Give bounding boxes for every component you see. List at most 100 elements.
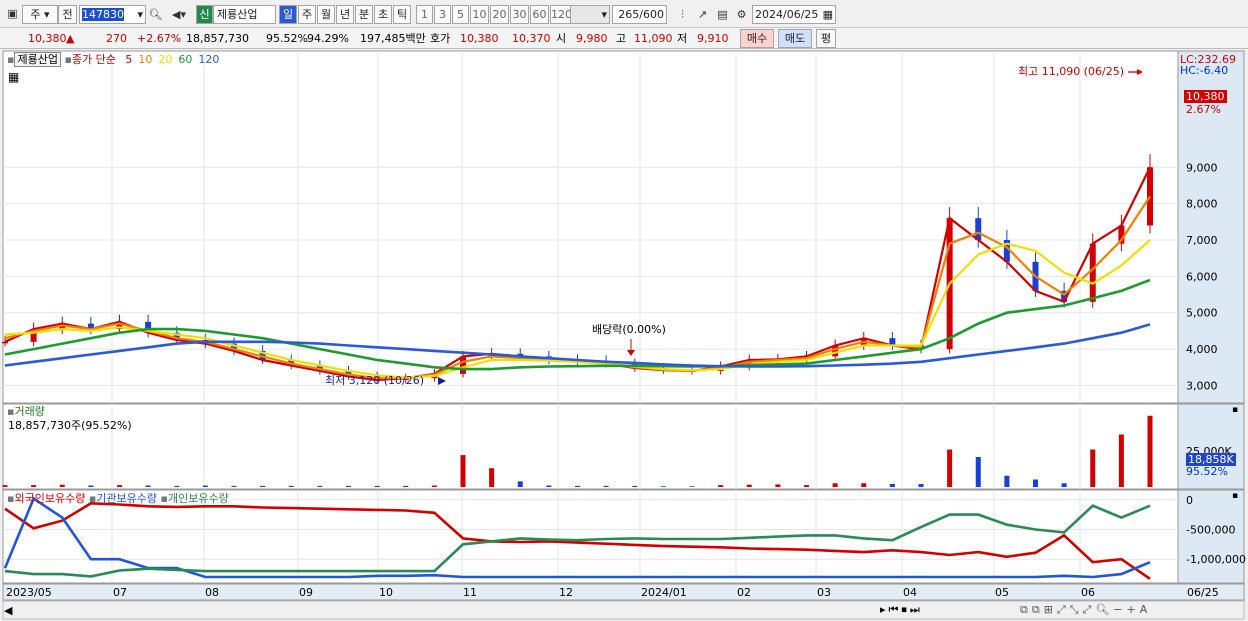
- high-annotation: 최고 11,090 (06/25): [1018, 65, 1125, 78]
- x-tick-label: 2024/01: [641, 586, 687, 599]
- volume-bar: [603, 485, 609, 487]
- zoom-tools[interactable]: ⧉⧉⊞⤢⤡⤢🔍︎−+A: [1020, 603, 1151, 616]
- x-tick-label: 08: [205, 586, 219, 599]
- holding-tick: -500,000: [1186, 523, 1235, 536]
- price-tick: 5,000: [1186, 307, 1218, 320]
- volume-bar: [718, 485, 724, 487]
- legend-ma-60: 60: [178, 53, 193, 66]
- volume-bar: [804, 485, 809, 487]
- price-tick: 4,000: [1186, 343, 1218, 356]
- legend-ma-5: 5: [125, 53, 133, 66]
- volume-bar: [918, 484, 924, 487]
- volume-bar: [117, 485, 122, 487]
- volume-bar: [59, 484, 65, 487]
- hc-label: HC:-6.40: [1180, 64, 1229, 77]
- volume-bar: [889, 484, 895, 487]
- volume-bar: [1147, 415, 1153, 487]
- x-tick-label: 2023/05: [6, 586, 52, 599]
- volume-bar: [947, 449, 953, 487]
- legend-ma-120: 120: [198, 53, 220, 66]
- low-annotation: 최저 3,120 (10/26): [325, 374, 425, 387]
- volume-bar: [1061, 483, 1067, 487]
- x-tick-label: 11: [463, 586, 477, 599]
- volume-bar: [575, 485, 580, 487]
- legend-ma-20: 20: [158, 53, 173, 66]
- volume-bar: [145, 485, 151, 487]
- volume-bar: [775, 484, 781, 487]
- chart-area: 3,000 4,000 5,000 6,000 7,000 8,000 9,000 2023/…: [2, 50, 1246, 620]
- volume-bar: [1090, 449, 1096, 487]
- price-tick: 7,000: [1186, 234, 1218, 247]
- volume-bar: [231, 485, 237, 487]
- playback-controls[interactable]: ▸⏮⏹⏭: [880, 603, 923, 616]
- volume-bar: [546, 485, 552, 487]
- volume-bar: [288, 485, 294, 487]
- price-tick: 6,000: [1186, 270, 1218, 283]
- volume-bar: [346, 485, 351, 487]
- volume-info: 18,857,730주(95.52%): [8, 419, 132, 432]
- volume-bar: [689, 486, 695, 487]
- price-tick: 8,000: [1186, 198, 1218, 211]
- x-tick-label: 09: [299, 586, 313, 599]
- x-tick-label: 04: [903, 586, 917, 599]
- candle-body: [1147, 167, 1153, 226]
- volume-bar: [489, 468, 495, 487]
- price-legend: ▪ 제룡산업 ▪종가 단순 5 10 20 60 120: [7, 52, 220, 67]
- volume-bar: [31, 485, 37, 487]
- volume-bar: [861, 483, 867, 487]
- price-tick: 3,000: [1186, 379, 1218, 392]
- volume-bar: [403, 485, 409, 487]
- candle-body: [460, 356, 466, 374]
- volume-panel-bg: [2, 403, 1179, 490]
- volume-bar: [88, 485, 94, 487]
- volume-bar: [746, 484, 752, 487]
- x-tick-label: 10: [379, 586, 393, 599]
- price-panel-bg: [2, 50, 1179, 404]
- legend-ma-10: 10: [138, 53, 153, 66]
- dividend-annotation: 배당락(0.00%): [592, 323, 666, 336]
- volume-legend: ▪거래량: [7, 405, 45, 418]
- volume-close-icon[interactable]: ▪: [1232, 404, 1238, 417]
- volume-bar: [431, 485, 437, 487]
- x-axis-bg: [2, 583, 1245, 601]
- volume-bar: [202, 485, 208, 487]
- volume-bar: [374, 485, 380, 487]
- legend-inst: 기관보유수량: [96, 492, 158, 505]
- grid-toggle-icon[interactable]: ▦: [8, 71, 19, 84]
- volume-bar: [1033, 479, 1038, 487]
- current-pct: 2.67%: [1186, 103, 1221, 116]
- x-tick-label: 02: [737, 586, 751, 599]
- x-tick-label: 06/25: [1187, 586, 1219, 599]
- x-tick-label: 12: [559, 586, 573, 599]
- legend-ma-prefix: 종가 단순: [71, 53, 116, 66]
- holding-legend: ▪외국인보유수량 ▪기관보유수량 ▪개인보유수량: [7, 492, 229, 505]
- volume-bar: [2, 485, 8, 487]
- volume-bar: [975, 457, 981, 487]
- legend-indiv: 개인보유수량: [167, 492, 229, 505]
- volume-bar: [1004, 475, 1010, 487]
- holding-close-icon[interactable]: ▪: [1232, 490, 1238, 503]
- volume-bar: [660, 486, 666, 487]
- scroll-left-icon[interactable]: ◀: [4, 604, 12, 617]
- current-price-tag: 10,380: [1184, 90, 1227, 103]
- candle-body: [1089, 243, 1096, 302]
- x-tick-label: 03: [817, 586, 831, 599]
- volume-title: 거래량: [14, 405, 45, 418]
- volume-bar: [632, 485, 638, 487]
- holding-tick: 0: [1186, 494, 1193, 507]
- volume-bar: [260, 485, 266, 487]
- volume-bar: [517, 481, 523, 487]
- x-tick-label: 06: [1081, 586, 1095, 599]
- volume-bar: [317, 485, 323, 487]
- volume-bar: [460, 455, 466, 487]
- volume-pct: 95.52%: [1186, 465, 1228, 478]
- holding-tick: -1,000,000: [1186, 553, 1246, 566]
- legend-stock[interactable]: 제룡산업: [14, 52, 61, 67]
- x-tick-label: 07: [113, 586, 127, 599]
- volume-bar: [1118, 434, 1124, 487]
- legend-foreign: 외국인보유수량: [14, 492, 86, 505]
- x-tick-label: 05: [995, 586, 1009, 599]
- bullet-icon: ▪: [64, 53, 72, 66]
- candle-body: [975, 218, 982, 240]
- price-tick: 9,000: [1186, 161, 1218, 174]
